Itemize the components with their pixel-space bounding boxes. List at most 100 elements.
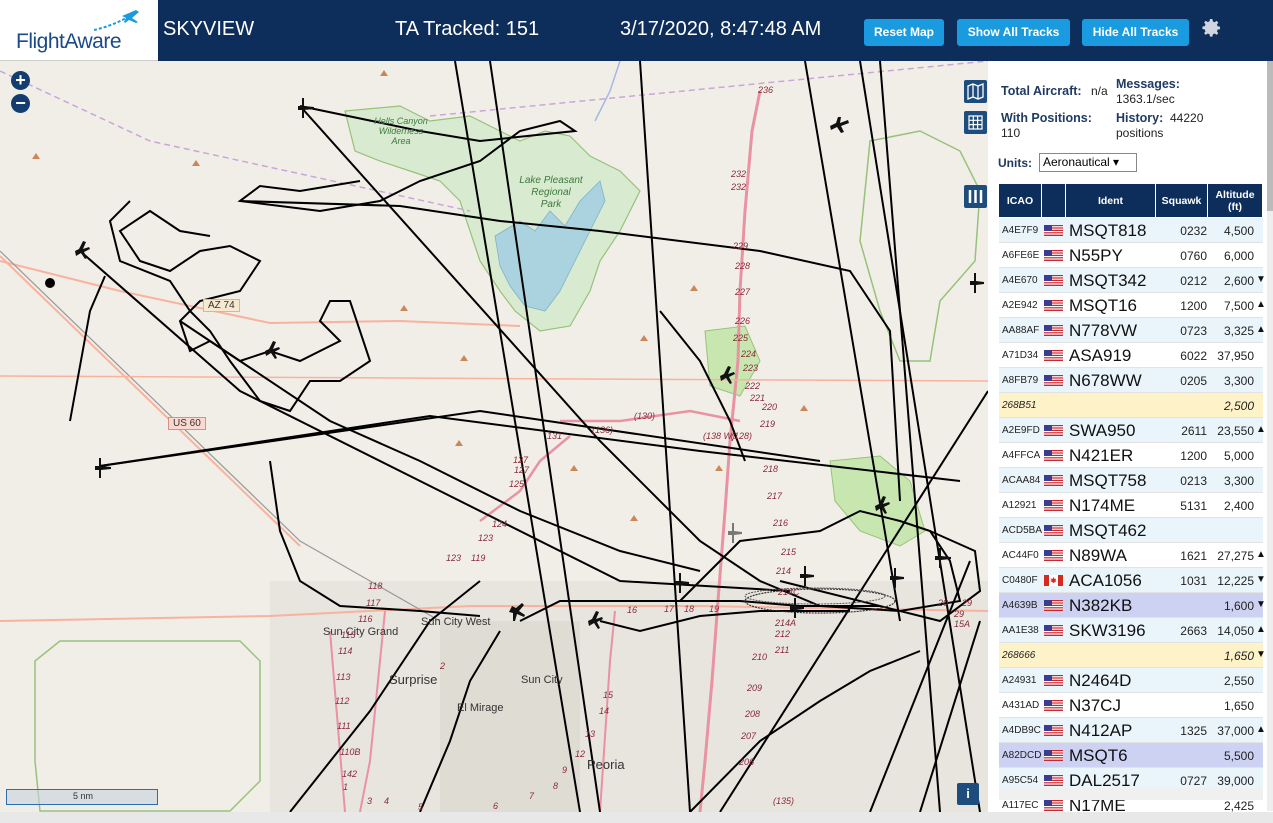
table-row[interactable]: A431AD N37CJ 1,650: [999, 693, 1263, 718]
us-flag-icon: [1044, 500, 1063, 511]
squawk-cell: 0213: [1180, 474, 1207, 488]
show-all-tracks-button[interactable]: Show All Tracks: [957, 19, 1070, 46]
app-name: SKYVIEW: [163, 18, 255, 40]
map-layers-button[interactable]: [964, 80, 987, 103]
road-number: 20: [938, 598, 949, 608]
road-number: 9: [562, 765, 568, 775]
table-row[interactable]: A4E7F9 MSQT818 0232 4,500: [999, 218, 1263, 243]
datetime: 3/17/2020, 8:47:48 AM: [620, 18, 822, 40]
road-number: 8: [553, 781, 559, 791]
zoom-in-button[interactable]: +: [11, 71, 30, 90]
info-button[interactable]: i: [957, 783, 979, 805]
hide-all-tracks-button[interactable]: Hide All Tracks: [1082, 19, 1189, 46]
reset-map-button[interactable]: Reset Map: [864, 19, 944, 46]
ident-cell: N778VW: [1069, 321, 1138, 340]
horizontal-scrollbar[interactable]: [999, 788, 1263, 800]
table-row[interactable]: 268B51 2,500: [999, 393, 1263, 418]
table-row[interactable]: A2E942 MSQT16 1200 7,500 ▲: [999, 293, 1266, 318]
table-row[interactable]: A4DB9C N412AP 1325 37,000 ▲: [999, 718, 1266, 743]
history-label: History:: [1116, 111, 1164, 125]
icao-cell: AA88AF: [1002, 325, 1040, 336]
ident-cell: N55PY: [1069, 246, 1123, 265]
total-aircraft-value: n/a: [1091, 84, 1108, 98]
road-number: 229: [733, 241, 749, 251]
us-flag-icon: [1044, 275, 1063, 286]
icao-cell: ACD5BA: [1002, 525, 1043, 536]
table-row[interactable]: ACAA84 MSQT758 0213 3,300: [999, 468, 1263, 493]
col-flag[interactable]: [1042, 184, 1066, 217]
us-flag-icon: [1044, 300, 1063, 311]
table-row[interactable]: ACD5BA MSQT462: [999, 518, 1263, 543]
table-row[interactable]: AA1E38 SKW3196 2663 14,050 ▲: [999, 618, 1266, 643]
road-number: 29: [962, 598, 973, 608]
table-row[interactable]: A2E9FD SWA950 2611 23,550 ▲: [999, 418, 1266, 443]
ident-cell: MSQT16: [1069, 296, 1138, 315]
road-number: 226: [735, 316, 751, 326]
us-flag-icon: [1044, 425, 1063, 436]
scrollbar-thumb[interactable]: [1267, 61, 1273, 211]
table-row[interactable]: 268666 1,650 ▼: [999, 643, 1266, 668]
road-number: (135): [773, 796, 795, 806]
altitude-cell: 2,425: [1223, 799, 1254, 812]
squawk-cell: 0727: [1180, 774, 1207, 788]
road-number: 142: [342, 769, 358, 779]
road-number: 123: [478, 533, 494, 543]
table-row[interactable]: C0480F ACA1056 1031 12,225 ▼: [999, 568, 1266, 593]
col-altitude[interactable]: Altitude (ft): [1208, 184, 1263, 217]
table-row[interactable]: A12921 N174ME 5131 2,400: [999, 493, 1263, 518]
table-row[interactable]: A24931 N2464D 2,550: [999, 668, 1263, 693]
units-select[interactable]: Aeronautical ▾: [1039, 153, 1137, 172]
table-row[interactable]: A8FB79 N678WW 0205 3,300: [999, 368, 1263, 393]
road-number: 115: [341, 630, 356, 640]
col-icao[interactable]: ICAO: [999, 184, 1042, 217]
table-row[interactable]: A4639B N382KB 1,600 ▼: [999, 593, 1266, 618]
road-number: 16: [627, 605, 638, 615]
grid-toggle-button[interactable]: [964, 111, 987, 134]
logo[interactable]: FlightAware: [0, 0, 158, 61]
table-row[interactable]: A4FFCA N421ER 1200 5,000: [999, 443, 1263, 468]
table-row[interactable]: AC44F0 N89WA 1621 27,275 ▲: [999, 543, 1266, 568]
road-number: 207: [741, 731, 757, 741]
squawk-cell: 0232: [1180, 224, 1207, 238]
col-squawk[interactable]: Squawk: [1156, 184, 1208, 217]
map-canvas[interactable]: [0, 61, 988, 812]
road-number: 208: [745, 709, 761, 719]
road-number: 116: [358, 614, 373, 624]
us-flag-icon: [1044, 725, 1063, 736]
park-boundary-sw: [34, 640, 261, 812]
zoom-out-button[interactable]: −: [11, 94, 30, 113]
urban-area: [270, 581, 988, 812]
map-view[interactable]: Hells Canyon Wilderness Area Lake Pleasa…: [0, 61, 988, 812]
table-row[interactable]: A6FE6E N55PY 0760 6,000: [999, 243, 1263, 268]
table-row[interactable]: A71D34 ASA919 6022 37,950: [999, 343, 1263, 368]
road-number: 4: [384, 796, 390, 806]
vertical-scrollbar[interactable]: [1267, 61, 1273, 811]
altitude-cell: 37,000: [1217, 724, 1254, 738]
road-number: 232: [731, 182, 747, 192]
table-row[interactable]: A82DCD MSQT6 5,500: [999, 743, 1263, 768]
table-row[interactable]: A4E670 MSQT342 0212 2,600 ▼: [999, 268, 1266, 293]
us-flag-icon: [1044, 350, 1063, 361]
table-row[interactable]: AA88AF N778VW 0723 3,325 ▲: [999, 318, 1266, 343]
gear-icon[interactable]: [1199, 16, 1223, 40]
columns-toggle-button[interactable]: [964, 185, 987, 208]
road-number: 211: [775, 645, 790, 655]
ident-cell: N412AP: [1069, 721, 1133, 740]
icao-cell: A24931: [1002, 675, 1037, 686]
road-number: 216: [773, 518, 789, 528]
altitude-trend-icon: ▼: [1256, 274, 1266, 285]
altitude-cell: 2,600: [1223, 274, 1254, 288]
squawk-cell: 0212: [1180, 274, 1207, 288]
road-number: 131: [547, 431, 563, 441]
scale-label: 5 nm: [72, 791, 93, 801]
icao-cell: AA1E38: [1002, 625, 1039, 636]
icao-cell: 268B51: [1002, 400, 1037, 411]
peoria-label: Peoria: [587, 757, 625, 772]
road-number: 6: [493, 801, 499, 811]
icao-cell: 268666: [1002, 650, 1036, 661]
us-flag-icon: [1044, 525, 1063, 536]
road-number: 15A: [954, 619, 971, 629]
us-flag-icon: [1044, 675, 1063, 686]
icao-cell: AC44F0: [1002, 550, 1039, 561]
col-ident[interactable]: Ident: [1066, 184, 1156, 217]
